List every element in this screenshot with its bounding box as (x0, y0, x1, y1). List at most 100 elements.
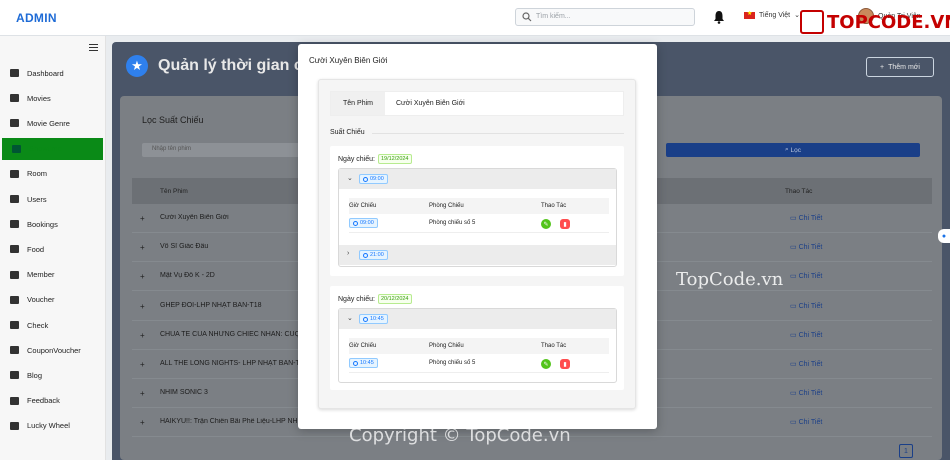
view-detail-link[interactable]: ▭ Chi Tiết (790, 360, 822, 368)
view-detail-link[interactable]: ▭ Chi Tiết (790, 302, 822, 310)
sidebar-item-member[interactable]: Member (0, 264, 106, 286)
sidebar-item-label: Member (27, 270, 55, 280)
sidebar-item-label: Movies (27, 93, 51, 103)
eye-icon: ▭ (790, 390, 799, 398)
section-divider (372, 133, 624, 134)
page-title: Quản lý thời gian c (158, 57, 303, 74)
clock-icon (363, 176, 368, 182)
sidebar-item-voucher[interactable]: Voucher (0, 289, 106, 311)
pagination-page-1[interactable]: 1 (899, 444, 913, 458)
users-icon (10, 195, 19, 203)
chevron-right-icon: › (347, 250, 350, 257)
sidebar-item-blog[interactable]: Blog (0, 364, 106, 386)
sidebar-item-couponvoucher[interactable]: CouponVoucher (0, 339, 106, 361)
expand-row-icon[interactable]: + (140, 389, 145, 398)
sub-table-header: Giờ Chiếu Phòng Chiếu Thao Tác (349, 338, 609, 354)
time-tag-text: 09:00 (360, 220, 374, 226)
movie-info-row: Tên Phim Cười Xuyên Biên Giới (330, 91, 624, 116)
expand-row-icon[interactable]: + (140, 418, 145, 427)
time-panel-header[interactable]: ⌄ 09:00 (339, 169, 616, 189)
time-tag-text: 21:00 (370, 252, 384, 258)
expand-row-icon[interactable]: + (140, 331, 145, 340)
sidebar-item-dashboard[interactable]: Dashboard (0, 62, 106, 84)
add-new-button[interactable]: + Thêm mới (866, 57, 934, 77)
sidebar-item-room[interactable]: Room (0, 163, 106, 185)
page-header: ★ Quản lý thời gian c (126, 55, 303, 77)
date-label-text: Ngày chiếu: (338, 295, 375, 303)
date-tag: 19/12/2024 (377, 154, 412, 164)
watermark-logo-text: TOPCODE.VN (827, 11, 950, 33)
blog-icon (10, 371, 19, 380)
door-icon (10, 169, 19, 178)
view-detail-link[interactable]: ▭ Chi Tiết (790, 214, 822, 222)
time-tag: 09:00 (349, 218, 378, 228)
movie-name-label: Tên Phim (331, 92, 385, 115)
expand-row-icon[interactable]: + (140, 360, 145, 369)
view-detail-link[interactable]: ▭ Chi Tiết (790, 418, 822, 426)
eye-icon: ▭ (790, 244, 799, 252)
view-detail-link[interactable]: ▭ Chi Tiết (790, 272, 822, 280)
col-room: Phòng Chiếu (429, 343, 464, 349)
bell-icon[interactable] (713, 10, 725, 24)
detail-label: Chi Tiết (798, 361, 823, 368)
sidebar-item-feedback[interactable]: Feedback (0, 390, 106, 412)
eye-icon: ▭ (790, 331, 799, 339)
clock-icon (363, 252, 368, 258)
detail-label: Chi Tiết (798, 244, 823, 252)
watermark-center: TopCode.vn (676, 269, 784, 290)
brand-logo[interactable]: ADMIN (16, 11, 57, 25)
delete-icon[interactable]: ▮ (560, 359, 570, 369)
view-detail-link[interactable]: ▭ Chi Tiết (790, 331, 822, 339)
calendar-icon (12, 144, 21, 153)
time-tag-text: 10:45 (370, 316, 384, 322)
sidebar-item-label: Blog (27, 370, 43, 380)
edit-icon[interactable]: ✎ (541, 359, 551, 369)
time-panel-header[interactable]: ⌄ 10:45 (339, 309, 616, 329)
table-row: 09:00 Phòng chiếu số 5 ✎ ▮ (349, 215, 609, 233)
showtime-day-card: Ngày chiếu: 19/12/2024 ⌄ 09:00 Giờ Chiếu… (330, 146, 624, 276)
expand-row-icon[interactable]: + (140, 272, 145, 281)
film-icon (10, 94, 19, 103)
dashboard-icon (10, 69, 19, 77)
date-label: Ngày chiếu: 19/12/2024 (338, 154, 412, 164)
sidebar-item-label: Movie Genre (27, 118, 70, 128)
view-detail-link[interactable]: ▭ Chi Tiết (790, 389, 822, 397)
sidebar-item-check[interactable]: Check (0, 314, 106, 336)
filter-button[interactable]: ⌕ Lọc (666, 143, 920, 157)
sidebar-item-movies[interactable]: Movies (0, 87, 106, 109)
expand-row-icon[interactable]: + (140, 243, 145, 252)
sidebar-item-showtime[interactable]: Showtime (2, 137, 103, 160)
sidebar-item-label: Lucky Wheel (27, 421, 70, 431)
delete-icon[interactable]: ▮ (560, 219, 570, 229)
sidebar-item-bookings[interactable]: Bookings (0, 213, 106, 235)
expand-row-icon[interactable]: + (140, 302, 145, 311)
detail-label: Chi Tiết (798, 331, 823, 339)
view-detail-link[interactable]: ▭ Chi Tiết (790, 243, 822, 251)
eye-icon: ▭ (790, 361, 799, 368)
language-selector[interactable]: Tiếng Việt ⌄ (744, 10, 800, 19)
movie-name-filter-input[interactable]: Nhập tên phim (142, 143, 302, 157)
date-label: Ngày chiếu: 20/12/2024 (338, 294, 412, 304)
expand-row-icon[interactable]: + (140, 214, 145, 223)
sidebar-item-lucky-wheel[interactable]: Lucky Wheel (0, 415, 106, 437)
hamburger-menu-icon[interactable] (89, 44, 98, 51)
sidebar-item-label: Room (27, 169, 48, 179)
date-tag: 20/12/2024 (377, 294, 412, 304)
sidebar-item-movie-genre[interactable]: Movie Genre (0, 112, 106, 134)
time-tag: 10:45 (359, 314, 388, 324)
sidebar-item-label: Voucher (27, 295, 55, 305)
sidebar-item-label: Users (27, 194, 47, 204)
search-input[interactable]: Tìm kiếm... (515, 8, 695, 26)
sidebar-item-food[interactable]: Food (0, 238, 106, 260)
filter-button-label: Lọc (790, 146, 801, 154)
detail-label: Chi Tiết (798, 419, 823, 427)
floating-helper-icon[interactable]: ● (938, 229, 950, 243)
time-panel-header[interactable]: › 21:00 (339, 245, 616, 265)
chevron-down-icon: ⌄ (347, 315, 353, 322)
filter-title: Lọc Suất Chiếu (142, 115, 204, 125)
sidebar-item-users[interactable]: Users (0, 188, 106, 210)
eye-icon: ▭ (790, 273, 799, 281)
sidebar-item-label: Dashboard (27, 68, 64, 78)
edit-icon[interactable]: ✎ (541, 219, 551, 229)
time-tag: 21:00 (359, 250, 388, 260)
